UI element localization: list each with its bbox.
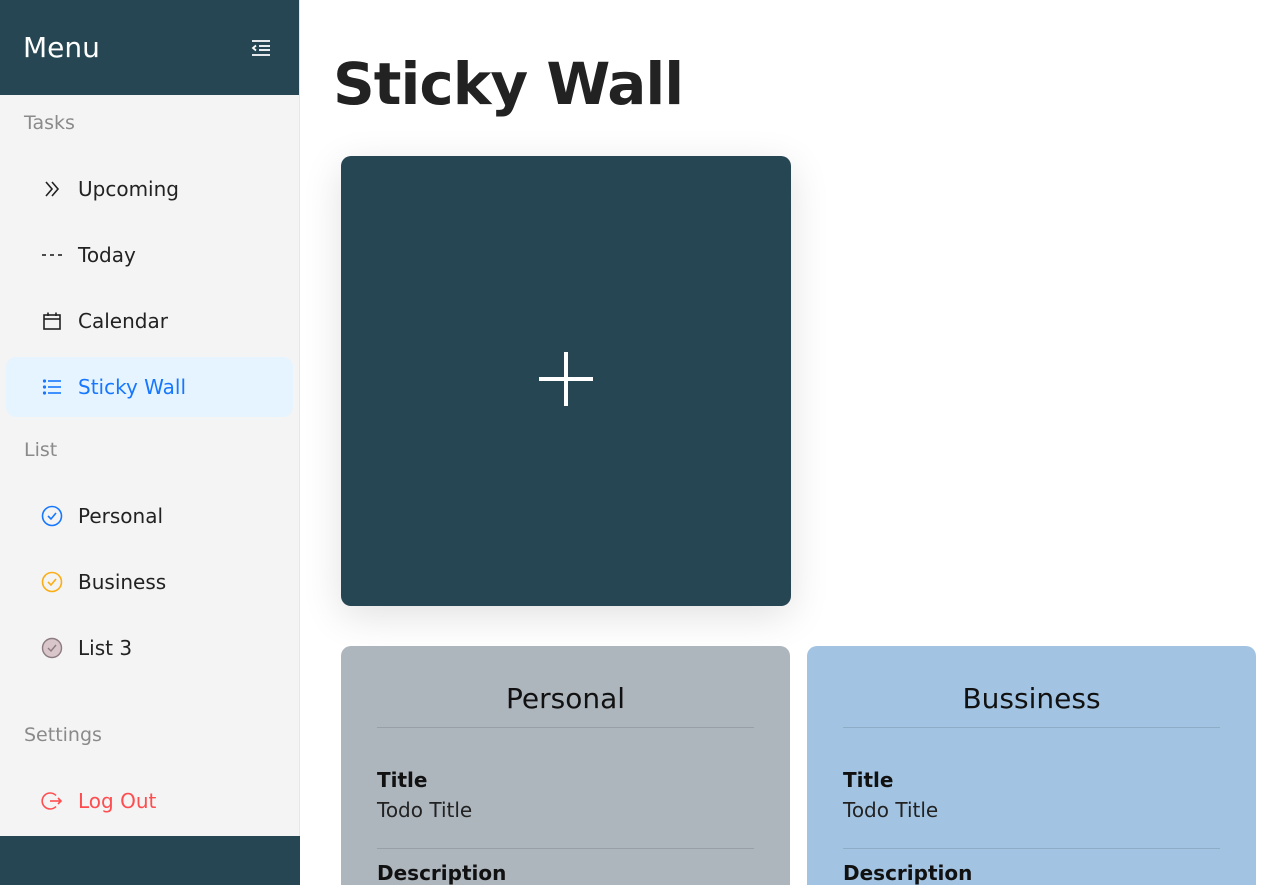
note-title-value: Todo Title [843, 798, 1220, 849]
sidebar-header: Menu [0, 0, 299, 95]
sidebar-title: Menu [23, 31, 100, 64]
sidebar: Menu Tasks Upcoming Today Calendar Stick… [0, 0, 300, 885]
sidebar-item-label: Today [78, 243, 136, 267]
sidebar-item-label: Sticky Wall [78, 375, 187, 399]
sidebar-item-label: Personal [78, 504, 164, 528]
note-title-value: Todo Title [377, 798, 754, 849]
note-title-label: Title [843, 768, 894, 792]
page-title: Sticky Wall [333, 50, 684, 118]
sidebar-item-list-3[interactable]: List 3 [6, 618, 293, 678]
logout-label: Log Out [78, 789, 157, 813]
section-label-tasks: Tasks [24, 112, 75, 134]
sidebar-item-label: Calendar [78, 309, 168, 333]
collapse-menu-icon[interactable] [247, 34, 275, 62]
section-label-list: List [24, 439, 58, 461]
logout-icon [40, 789, 64, 813]
double-chevron-right-icon [40, 177, 64, 201]
note-title-label: Title [377, 768, 428, 792]
app: Menu Tasks Upcoming Today Calendar Stick… [0, 0, 1279, 885]
dashes-icon [40, 243, 64, 267]
sidebar-item-today[interactable]: Today [6, 225, 293, 285]
logout-button[interactable]: Log Out [6, 771, 293, 831]
section-label-settings: Settings [24, 724, 102, 746]
plus-icon [539, 352, 593, 410]
note-heading: Personal [377, 682, 754, 728]
note-description-label: Description [377, 861, 507, 885]
sidebar-footer [0, 836, 300, 885]
sidebar-item-label: Upcoming [78, 177, 179, 201]
sticky-note-business[interactable]: Bussiness Title Todo Title Description [807, 646, 1256, 885]
sidebar-item-label: List 3 [78, 636, 133, 660]
sidebar-item-personal[interactable]: Personal [6, 486, 293, 546]
sidebar-item-upcoming[interactable]: Upcoming [6, 159, 293, 219]
sticky-note-personal[interactable]: Personal Title Todo Title Description [341, 646, 790, 885]
note-description-label: Description [843, 861, 973, 885]
sidebar-item-calendar[interactable]: Calendar [6, 291, 293, 351]
note-heading: Bussiness [843, 682, 1220, 728]
check-circle-icon [40, 504, 64, 528]
list-icon [40, 375, 64, 399]
check-circle-icon [40, 570, 64, 594]
check-circle-icon [40, 636, 64, 660]
sidebar-item-business[interactable]: Business [6, 552, 293, 612]
sidebar-item-sticky-wall[interactable]: Sticky Wall [6, 357, 293, 417]
add-note-button[interactable] [341, 156, 791, 606]
calendar-icon [40, 309, 64, 333]
sidebar-item-label: Business [78, 570, 167, 594]
